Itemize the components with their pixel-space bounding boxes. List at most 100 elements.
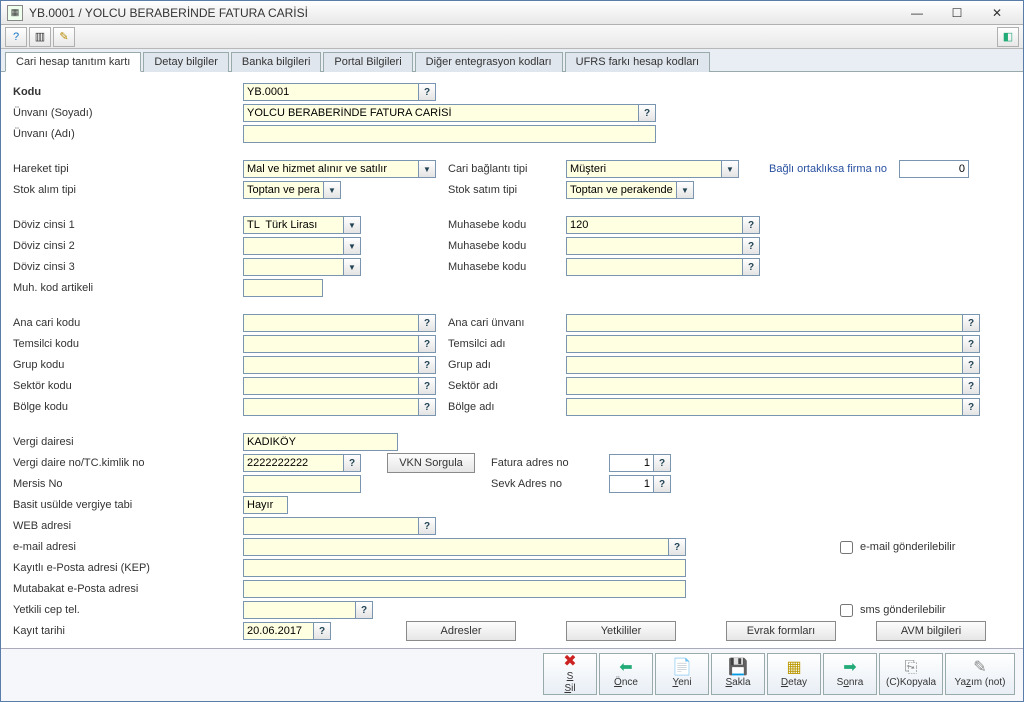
lookup-icon[interactable]: ?: [343, 454, 361, 472]
lookup-icon[interactable]: ?: [418, 356, 436, 374]
yetkililer-button[interactable]: Yetkililer: [566, 621, 676, 641]
bolge-adi-input[interactable]: [566, 398, 962, 416]
yeni-button[interactable]: 📄Yeni: [655, 653, 709, 695]
tab-ufrs[interactable]: UFRS farkı hesap kodları: [565, 52, 711, 72]
sektor-adi-input[interactable]: [566, 377, 962, 395]
kopyala-button[interactable]: ⎘(C)Kopyala: [879, 653, 943, 695]
chevron-down-icon[interactable]: ▼: [323, 181, 341, 199]
hareket-tipi-combo[interactable]: ▼: [243, 160, 436, 178]
muh1-input[interactable]: [566, 216, 742, 234]
tab-detay[interactable]: Detay bilgiler: [143, 52, 229, 72]
email-input[interactable]: [243, 538, 668, 556]
yetkili-cep-input[interactable]: [243, 601, 355, 619]
cari-baglanti-combo[interactable]: ▼: [566, 160, 739, 178]
doviz1-input[interactable]: [243, 216, 343, 234]
vergi-dairesi-input[interactable]: [243, 433, 398, 451]
lookup-icon[interactable]: ?: [668, 538, 686, 556]
chevron-down-icon[interactable]: ▼: [418, 160, 436, 178]
tab-banka[interactable]: Banka bilgileri: [231, 52, 321, 72]
muh3-input[interactable]: [566, 258, 742, 276]
barcode-icon[interactable]: ▥: [29, 27, 51, 47]
unvani-soyadi-input[interactable]: [243, 104, 638, 122]
sil-button[interactable]: ✖SSilSil: [543, 653, 597, 695]
label-bagli-firma[interactable]: Bağlı ortaklıksa firma no: [769, 163, 899, 175]
detay-button[interactable]: ▦Detay: [767, 653, 821, 695]
vergi-no-input[interactable]: [243, 454, 343, 472]
kep-input[interactable]: [243, 559, 686, 577]
grup-kodu-input[interactable]: [243, 356, 418, 374]
temsilci-kodu-input[interactable]: [243, 335, 418, 353]
stok-alim-combo[interactable]: ▼: [243, 181, 341, 199]
basit-usul-input[interactable]: [243, 496, 288, 514]
chevron-down-icon[interactable]: ▼: [343, 216, 361, 234]
stok-alim-input[interactable]: [243, 181, 323, 199]
chevron-down-icon[interactable]: ▼: [676, 181, 694, 199]
doviz2-combo[interactable]: ▼: [243, 237, 361, 255]
lookup-icon[interactable]: ?: [962, 356, 980, 374]
minimize-button[interactable]: —: [897, 3, 937, 23]
lookup-icon[interactable]: ?: [962, 314, 980, 332]
muh-artikel-input[interactable]: [243, 279, 323, 297]
lookup-icon[interactable]: ?: [418, 398, 436, 416]
lookup-icon[interactable]: ?: [418, 335, 436, 353]
doviz2-input[interactable]: [243, 237, 343, 255]
kodu-input[interactable]: [243, 83, 418, 101]
maximize-button[interactable]: ☐: [937, 3, 977, 23]
lookup-icon[interactable]: ?: [355, 601, 373, 619]
tab-entegrasyon[interactable]: Diğer entegrasyon kodları: [415, 52, 563, 72]
email-gonder-check[interactable]: e-mail gönderilebilir: [836, 538, 955, 557]
tab-portal[interactable]: Portal Bilgileri: [323, 52, 412, 72]
web-input[interactable]: [243, 517, 418, 535]
temsilci-adi-input[interactable]: [566, 335, 962, 353]
lookup-icon[interactable]: ?: [418, 377, 436, 395]
grup-adi-input[interactable]: [566, 356, 962, 374]
kayit-tarihi-input[interactable]: [243, 622, 313, 640]
ana-cari-kodu-input[interactable]: [243, 314, 418, 332]
sms-gonder-check[interactable]: sms gönderilebilir: [836, 601, 946, 620]
unvani-lookup-icon[interactable]: ?: [638, 104, 656, 122]
fatura-adres-input[interactable]: [609, 454, 653, 472]
stok-satim-input[interactable]: [566, 181, 676, 199]
unvani-adi-input[interactable]: [243, 125, 656, 143]
kodu-lookup-icon[interactable]: ?: [418, 83, 436, 101]
lookup-icon[interactable]: ?: [742, 258, 760, 276]
email-gonder-checkbox[interactable]: [840, 541, 853, 554]
chevron-down-icon[interactable]: ▼: [721, 160, 739, 178]
sms-gonder-checkbox[interactable]: [840, 604, 853, 617]
evrak-formlari-button[interactable]: Evrak formları: [726, 621, 836, 641]
panel-toggle-icon[interactable]: ◧: [997, 27, 1019, 47]
cari-baglanti-input[interactable]: [566, 160, 721, 178]
mutabakat-input[interactable]: [243, 580, 686, 598]
lookup-icon[interactable]: ?: [742, 237, 760, 255]
lookup-icon[interactable]: ?: [962, 377, 980, 395]
bolge-kodu-input[interactable]: [243, 398, 418, 416]
stok-satim-combo[interactable]: ▼: [566, 181, 694, 199]
close-button[interactable]: ✕: [977, 3, 1017, 23]
lookup-icon[interactable]: ?: [418, 314, 436, 332]
muh2-input[interactable]: [566, 237, 742, 255]
yazim-button[interactable]: ✎Yazım (not): [945, 653, 1015, 695]
chevron-down-icon[interactable]: ▼: [343, 237, 361, 255]
lookup-icon[interactable]: ?: [418, 517, 436, 535]
lookup-icon[interactable]: ?: [962, 398, 980, 416]
sakla-button[interactable]: 💾Sakla: [711, 653, 765, 695]
doviz3-input[interactable]: [243, 258, 343, 276]
sonra-button[interactable]: ➡Sonra: [823, 653, 877, 695]
sevk-adres-input[interactable]: [609, 475, 653, 493]
doviz1-combo[interactable]: ▼: [243, 216, 361, 234]
sektor-kodu-input[interactable]: [243, 377, 418, 395]
tab-cari-hesap[interactable]: Cari hesap tanıtım kartı: [5, 52, 141, 72]
adresler-button[interactable]: Adresler: [406, 621, 516, 641]
lookup-icon[interactable]: ?: [962, 335, 980, 353]
lookup-icon[interactable]: ?: [653, 454, 671, 472]
doviz3-combo[interactable]: ▼: [243, 258, 361, 276]
tool-icon[interactable]: ✎: [53, 27, 75, 47]
once-button[interactable]: ⬅Önce: [599, 653, 653, 695]
lookup-icon[interactable]: ?: [653, 475, 671, 493]
mersis-input[interactable]: [243, 475, 361, 493]
lookup-icon[interactable]: ?: [313, 622, 331, 640]
bagli-firma-input[interactable]: [899, 160, 969, 178]
ana-cari-unvani-input[interactable]: [566, 314, 962, 332]
vkn-sorgula-button[interactable]: VKN Sorgula: [387, 453, 475, 473]
lookup-icon[interactable]: ?: [742, 216, 760, 234]
